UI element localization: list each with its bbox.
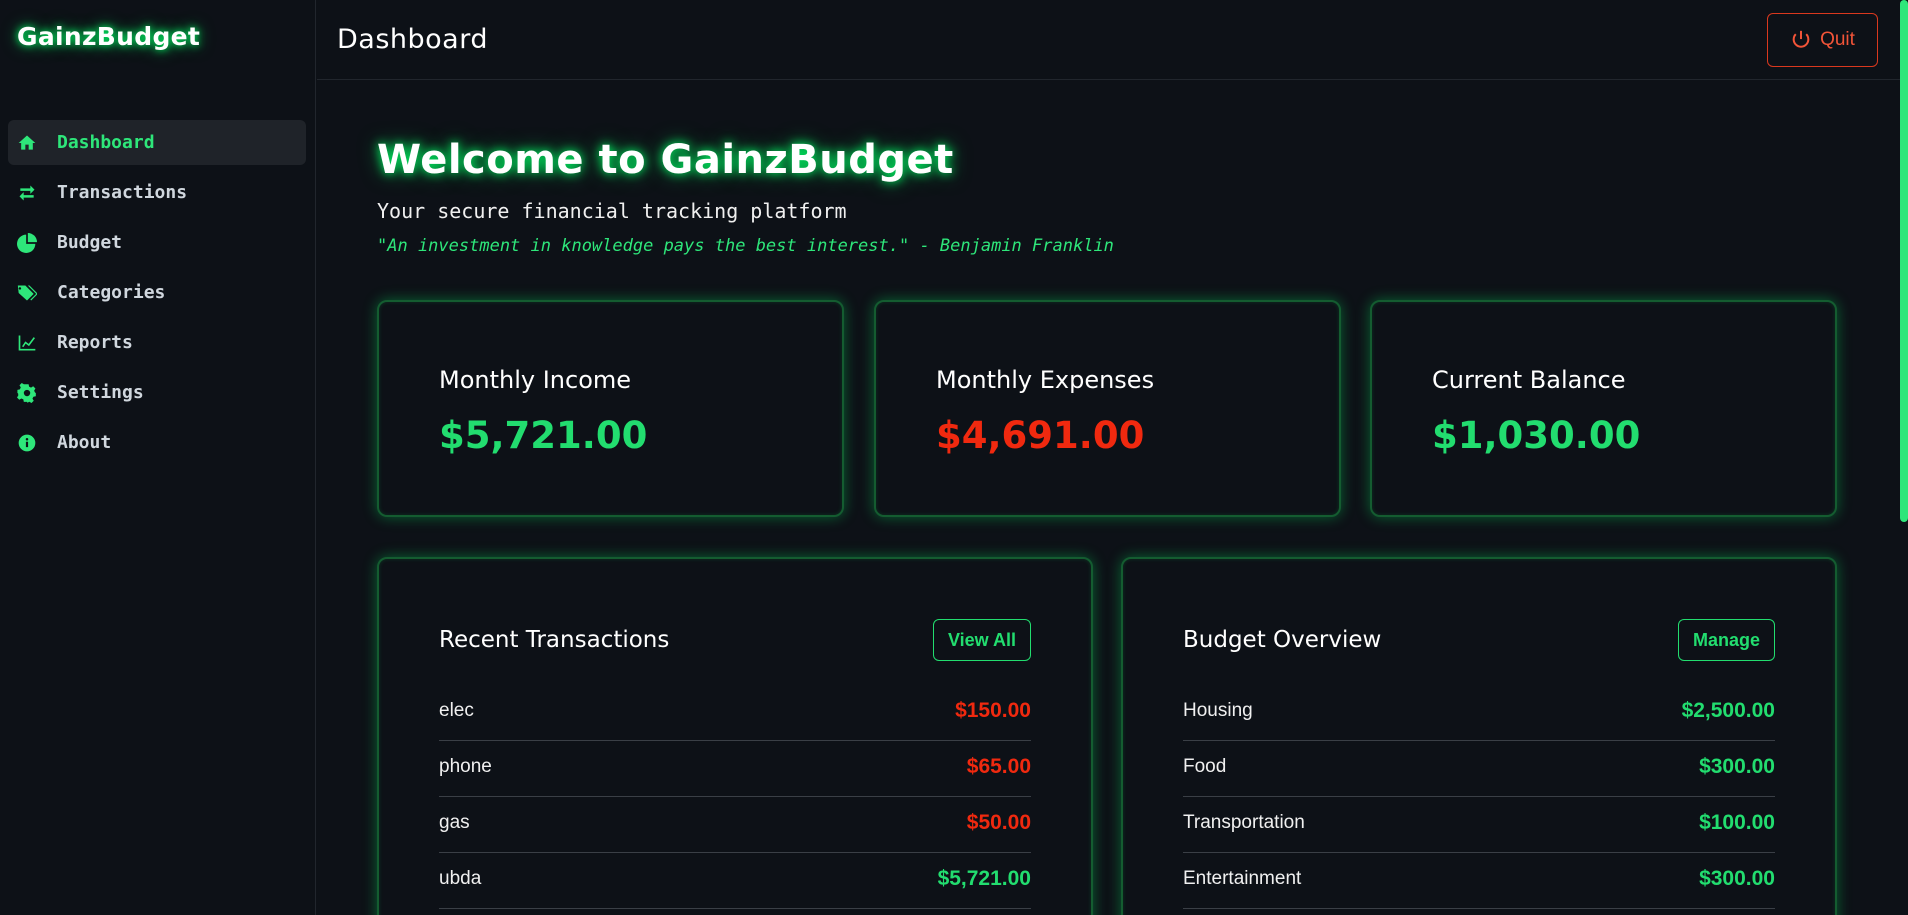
view-all-button[interactable]: View All: [932, 619, 1031, 661]
line-chart-icon: [16, 332, 38, 354]
quit-button-label: Quit: [1820, 29, 1855, 50]
transaction-name: phone: [439, 755, 492, 777]
sidebar-nav: Dashboard Transactions Budget Categories…: [8, 120, 306, 470]
transactions-list: elec $150.00 phone $65.00 gas $50.00 ubd…: [439, 685, 1031, 909]
top-header: Dashboard Quit: [317, 0, 1908, 80]
budget-row[interactable]: Food $300.00: [1183, 741, 1775, 797]
stat-value: $5,721.00: [439, 414, 648, 457]
sidebar-item-label: Transactions: [57, 182, 188, 203]
info-circle-icon: [16, 432, 38, 454]
welcome-subtitle: Your secure financial tracking platform: [377, 199, 847, 223]
exchange-icon: [16, 182, 38, 204]
stat-value: $1,030.00: [1432, 414, 1641, 457]
current-balance-card: Current Balance $1,030.00: [1370, 300, 1837, 517]
panel-title: Budget Overview: [1183, 627, 1382, 653]
gear-icon: [16, 382, 38, 404]
quote-text: "An investment in knowledge pays the bes…: [377, 236, 1114, 256]
home-icon: [16, 132, 38, 154]
transaction-amount: $65.00: [966, 754, 1031, 778]
pie-chart-icon: [16, 232, 38, 254]
sidebar-item-about[interactable]: About: [8, 420, 306, 465]
budget-amount: $300.00: [1699, 866, 1775, 890]
sidebar-item-categories[interactable]: Categories: [8, 270, 306, 315]
transaction-name: elec: [439, 699, 474, 721]
recent-transactions-panel: Recent Transactions View All elec $150.0…: [377, 557, 1093, 915]
page-title: Dashboard: [337, 24, 488, 55]
monthly-income-card: Monthly Income $5,721.00: [377, 300, 844, 517]
sidebar-item-label: Dashboard: [57, 132, 155, 153]
sidebar-item-transactions[interactable]: Transactions: [8, 170, 306, 215]
monthly-expenses-card: Monthly Expenses $4,691.00: [874, 300, 1341, 517]
transaction-amount: $5,721.00: [937, 866, 1031, 890]
sidebar-item-settings[interactable]: Settings: [8, 370, 306, 415]
budget-category: Transportation: [1183, 811, 1305, 833]
sidebar-item-label: Budget: [57, 232, 123, 253]
sidebar-item-reports[interactable]: Reports: [8, 320, 306, 365]
stat-label: Monthly Income: [439, 366, 632, 394]
budget-amount: $300.00: [1699, 754, 1775, 778]
budget-category: Food: [1183, 755, 1227, 777]
budget-overview-panel: Budget Overview Manage Housing $2,500.00…: [1121, 557, 1837, 915]
budget-row[interactable]: Transportation $100.00: [1183, 797, 1775, 853]
budget-amount: $100.00: [1699, 810, 1775, 834]
sidebar-item-label: Categories: [57, 282, 166, 303]
transaction-amount: $50.00: [966, 810, 1031, 834]
sidebar-item-label: Reports: [57, 332, 133, 353]
budget-row[interactable]: Entertainment $300.00: [1183, 853, 1775, 909]
transaction-name: ubda: [439, 867, 482, 889]
stat-label: Current Balance: [1432, 366, 1626, 394]
sidebar-item-label: Settings: [57, 382, 144, 403]
scrollbar-thumb[interactable]: [1900, 0, 1908, 522]
sidebar-item-budget[interactable]: Budget: [8, 220, 306, 265]
transaction-row[interactable]: ubda $5,721.00: [439, 853, 1031, 909]
budget-amount: $2,500.00: [1681, 698, 1775, 722]
welcome-title: Welcome to GainzBudget: [377, 137, 954, 183]
transaction-row[interactable]: elec $150.00: [439, 685, 1031, 741]
transaction-row[interactable]: phone $65.00: [439, 741, 1031, 797]
quit-button[interactable]: Quit: [1767, 13, 1878, 67]
sidebar-item-label: About: [57, 432, 112, 453]
budget-row[interactable]: Housing $2,500.00: [1183, 685, 1775, 741]
tags-icon: [16, 282, 38, 304]
stat-value: $4,691.00: [936, 414, 1145, 457]
stat-label: Monthly Expenses: [936, 366, 1155, 394]
transaction-name: gas: [439, 811, 470, 833]
transaction-amount: $150.00: [955, 698, 1031, 722]
transaction-row[interactable]: gas $50.00: [439, 797, 1031, 853]
budget-list: Housing $2,500.00 Food $300.00 Transport…: [1183, 685, 1775, 909]
panel-title: Recent Transactions: [439, 627, 670, 653]
manage-button[interactable]: Manage: [1677, 619, 1775, 661]
power-icon: [1792, 30, 1810, 48]
budget-category: Entertainment: [1183, 867, 1302, 889]
app-logo[interactable]: GainzBudget: [17, 22, 200, 51]
sidebar-item-dashboard[interactable]: Dashboard: [8, 120, 306, 165]
budget-category: Housing: [1183, 699, 1253, 721]
sidebar: GainzBudget Dashboard Transactions Budge…: [0, 0, 316, 915]
